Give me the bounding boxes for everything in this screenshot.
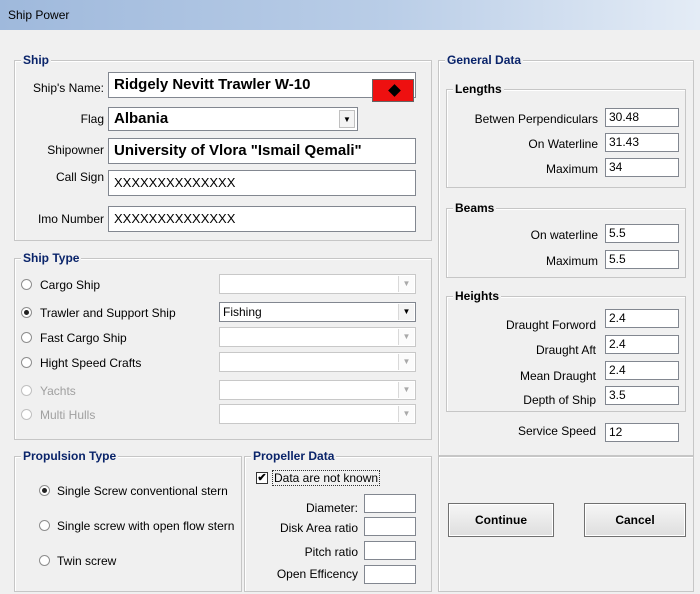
shipowner-field[interactable]: University of Vlora "Ismail Qemali" [108,138,416,164]
data-unknown-checkbox[interactable]: ✔ [256,472,268,484]
ship-type-radio-4 [21,385,32,396]
length-maximum-field[interactable]: 34 [605,158,679,177]
draught-aft-field[interactable]: 2.4 [605,335,679,354]
ship-type-label-4: Yachts [40,384,76,398]
ship-type-label-1[interactable]: Trawler and Support Ship [40,306,176,320]
on-waterline-field[interactable]: 31.43 [605,133,679,152]
ship-type-radio-1[interactable] [21,307,32,318]
flag-select-value: Albania [114,110,169,127]
chevron-down-icon[interactable]: ▼ [398,276,414,292]
shipowner-label: Shipowner [47,143,104,157]
mean-draught-field[interactable]: 2.4 [605,361,679,380]
general-data-group-title: General Data [445,52,524,68]
flag-label: Flag [80,112,104,126]
propeller-group-title: Propeller Data [251,448,337,464]
beam-maximum-label: Maximum [545,254,598,268]
service-speed-label: Service Speed [517,424,596,438]
window-title: Ship Power [8,8,70,22]
diameter-label: Diameter: [305,501,358,515]
draught-aft-label: Draught Aft [535,343,596,357]
disk-area-ratio-label: Disk Area ratio [279,521,358,535]
pitch-ratio-field[interactable] [364,541,416,560]
ship-type-label-0[interactable]: Cargo Ship [40,278,100,292]
ship-type-radio-0[interactable] [21,279,32,290]
on-waterline-label: On Waterline [528,137,598,151]
chevron-down-icon[interactable]: ▼ [398,329,414,345]
length-maximum-label: Maximum [545,162,598,176]
propulsion-radio-1[interactable] [39,520,50,531]
ship-type-combo-value-1: Fishing [223,305,262,319]
ship-type-combo-1[interactable]: Fishing ▼ [219,302,416,322]
between-perpendiculars-label: Betwen Perpendiculars [474,112,598,126]
imo-number-label: Imo Number [37,212,104,226]
cancel-button[interactable]: Cancel [584,503,686,537]
flag-icon [372,79,414,102]
ship-type-combo-2[interactable]: ▼ [219,327,416,347]
cancel-button-label: Cancel [615,513,655,527]
continue-button[interactable]: Continue [448,503,554,537]
service-speed-field[interactable]: 12 [605,423,679,442]
ship-type-combo-3[interactable]: ▼ [219,352,416,372]
propulsion-label-1[interactable]: Single screw with open flow stern [57,519,234,533]
depth-of-ship-field[interactable]: 3.5 [605,386,679,405]
title-bar: Ship Power [0,0,700,30]
draught-forward-field[interactable]: 2.4 [605,309,679,328]
ship-type-radio-5 [21,409,32,420]
open-efficiency-label: Open Efficency [276,567,358,581]
ship-group-title: Ship [21,52,51,68]
call-sign-field[interactable]: XXXXXXXXXXXXXX [108,170,416,196]
ship-type-radio-2[interactable] [21,332,32,343]
data-unknown-label[interactable]: Data are not known [272,470,381,486]
ship-type-radio-3[interactable] [21,357,32,368]
imo-number-field[interactable]: XXXXXXXXXXXXXX [108,206,416,232]
ship-type-combo-5: ▼ [219,404,416,424]
chevron-down-icon: ▼ [398,406,414,422]
mean-draught-label: Mean Draught [519,369,596,383]
ship-name-field[interactable]: Ridgely Nevitt Trawler W-10 [108,72,416,98]
open-efficiency-field[interactable] [364,565,416,584]
beam-on-waterline-label: On waterline [530,228,598,242]
propulsion-radio-0[interactable] [39,485,50,496]
beam-on-waterline-field[interactable]: 5.5 [605,224,679,243]
ship-type-label-5: Multi Hulls [40,408,96,422]
ship-type-combo-4: ▼ [219,380,416,400]
chevron-down-icon: ▼ [398,382,414,398]
continue-button-label: Continue [475,513,527,527]
beams-group-title: Beams [453,200,497,216]
chevron-down-icon[interactable]: ▼ [339,110,355,128]
disk-area-ratio-field[interactable] [364,517,416,536]
beam-maximum-field[interactable]: 5.5 [605,250,679,269]
ship-type-combo-0[interactable]: ▼ [219,274,416,294]
flag-select[interactable]: Albania ▼ [108,107,358,131]
pitch-ratio-label: Pitch ratio [304,545,358,559]
propulsion-group-title: Propulsion Type [21,448,119,464]
draught-forward-label: Draught Forword [505,318,596,332]
heights-group-title: Heights [453,288,502,304]
chevron-down-icon[interactable]: ▼ [398,354,414,370]
chevron-down-icon[interactable]: ▼ [398,304,414,320]
ship-type-group-title: Ship Type [21,250,82,266]
propulsion-label-2[interactable]: Twin screw [57,554,116,568]
depth-of-ship-label: Depth of Ship [523,393,596,407]
ship-type-label-2[interactable]: Fast Cargo Ship [40,331,127,345]
ship-name-label: Ship's Name: [33,81,104,95]
between-perpendiculars-field[interactable]: 30.48 [605,108,679,127]
diameter-field[interactable] [364,494,416,513]
call-sign-label: Call Sign [55,170,104,184]
propulsion-label-0[interactable]: Single Screw conventional stern [57,484,228,498]
lengths-group-title: Lengths [453,81,504,97]
propulsion-radio-2[interactable] [39,555,50,566]
ship-type-label-3[interactable]: Hight Speed Crafts [40,356,141,370]
